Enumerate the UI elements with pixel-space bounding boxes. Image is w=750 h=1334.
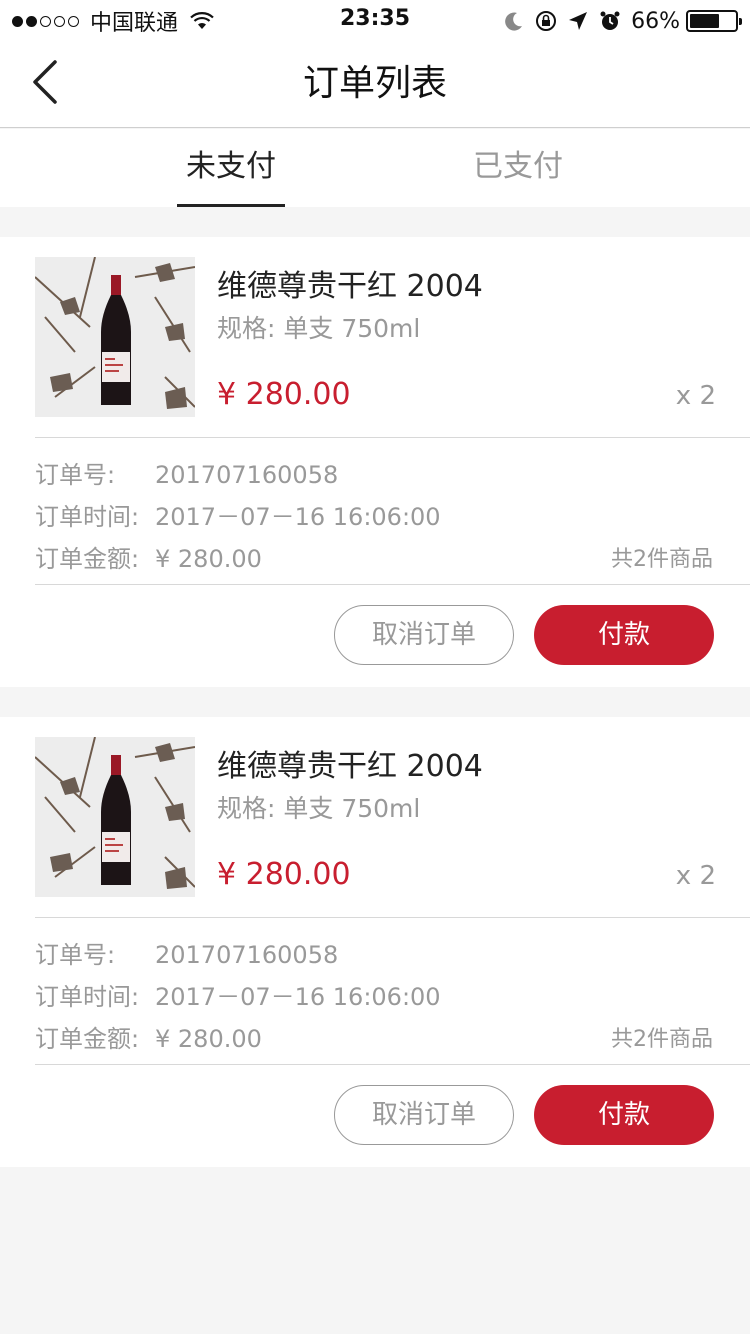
nav-bar: 订单列表 <box>0 40 750 128</box>
order-amount-value: ¥ 280.00 <box>155 1025 262 1053</box>
wine-bottle-image <box>35 257 195 417</box>
moon-icon <box>505 12 523 31</box>
tab-paid[interactable]: 已支付 <box>464 129 572 207</box>
battery-percent: 66% <box>631 8 680 34</box>
product-image[interactable] <box>35 737 195 897</box>
order-number-row: 订单号: 201707160058 <box>35 455 338 490</box>
orientation-lock-icon <box>536 11 557 31</box>
status-bar: 中国联通 23:35 66% <box>0 0 750 40</box>
order-number-label: 订单号: <box>35 461 116 489</box>
product-name[interactable]: 维德尊贵干红 2004 <box>217 261 483 305</box>
product-spec: 规格: 单支 750ml <box>217 314 421 343</box>
order-time-label: 订单时间: <box>35 983 140 1011</box>
product-spec: 规格: 单支 750ml <box>217 794 421 823</box>
item-count: 共2件商品 <box>611 1027 713 1052</box>
order-number-value: 201707160058 <box>155 461 339 489</box>
order-card: 维德尊贵干红 2004 规格: 单支 750ml ¥ 280.00 x 2 订单… <box>0 717 750 1167</box>
alarm-icon <box>600 11 620 30</box>
product-image[interactable] <box>35 257 195 417</box>
battery-fill <box>690 14 720 28</box>
divider <box>35 1064 750 1065</box>
pay-button[interactable]: 付款 <box>534 605 714 665</box>
divider <box>35 917 750 918</box>
order-card: 维德尊贵干红 2004 规格: 单支 750ml ¥ 280.00 x 2 订单… <box>0 237 750 687</box>
page-title: 订单列表 <box>302 63 447 104</box>
divider <box>35 584 750 585</box>
order-amount-label: 订单金额: <box>35 545 140 573</box>
order-amount-row: 订单金额: ¥ 280.00 <box>35 539 262 574</box>
product-price: ¥ 280.00 <box>217 377 351 412</box>
order-time-label: 订单时间: <box>35 503 140 531</box>
product-name[interactable]: 维德尊贵干红 2004 <box>217 741 483 785</box>
wine-bottle-image <box>35 737 195 897</box>
order-amount-value: ¥ 280.00 <box>155 545 262 573</box>
order-number-label: 订单号: <box>35 941 116 969</box>
order-number-value: 201707160058 <box>155 941 339 969</box>
status-right: 66% <box>503 6 742 36</box>
battery-icon <box>686 10 742 32</box>
order-amount-row: 订单金额: ¥ 280.00 <box>35 1019 262 1054</box>
tab-bar: 未支付 已支付 <box>0 129 750 207</box>
order-time-value: 2017－07－16 16:06:00 <box>155 503 441 531</box>
cancel-order-button[interactable]: 取消订单 <box>334 605 514 665</box>
product-quantity: x 2 <box>675 861 716 891</box>
pay-button[interactable]: 付款 <box>534 1085 714 1145</box>
order-amount-label: 订单金额: <box>35 1025 140 1053</box>
cancel-order-button[interactable]: 取消订单 <box>334 1085 514 1145</box>
order-time-row: 订单时间: 2017－07－16 16:06:00 <box>35 977 441 1012</box>
location-icon <box>569 12 588 30</box>
order-time-value: 2017－07－16 16:06:00 <box>155 983 441 1011</box>
tab-unpaid[interactable]: 未支付 <box>177 129 285 207</box>
product-quantity: x 2 <box>675 381 716 411</box>
order-number-row: 订单号: 201707160058 <box>35 935 338 970</box>
product-price: ¥ 280.00 <box>217 857 351 892</box>
order-time-row: 订单时间: 2017－07－16 16:06:00 <box>35 497 441 532</box>
item-count: 共2件商品 <box>611 547 713 572</box>
divider <box>35 437 750 438</box>
